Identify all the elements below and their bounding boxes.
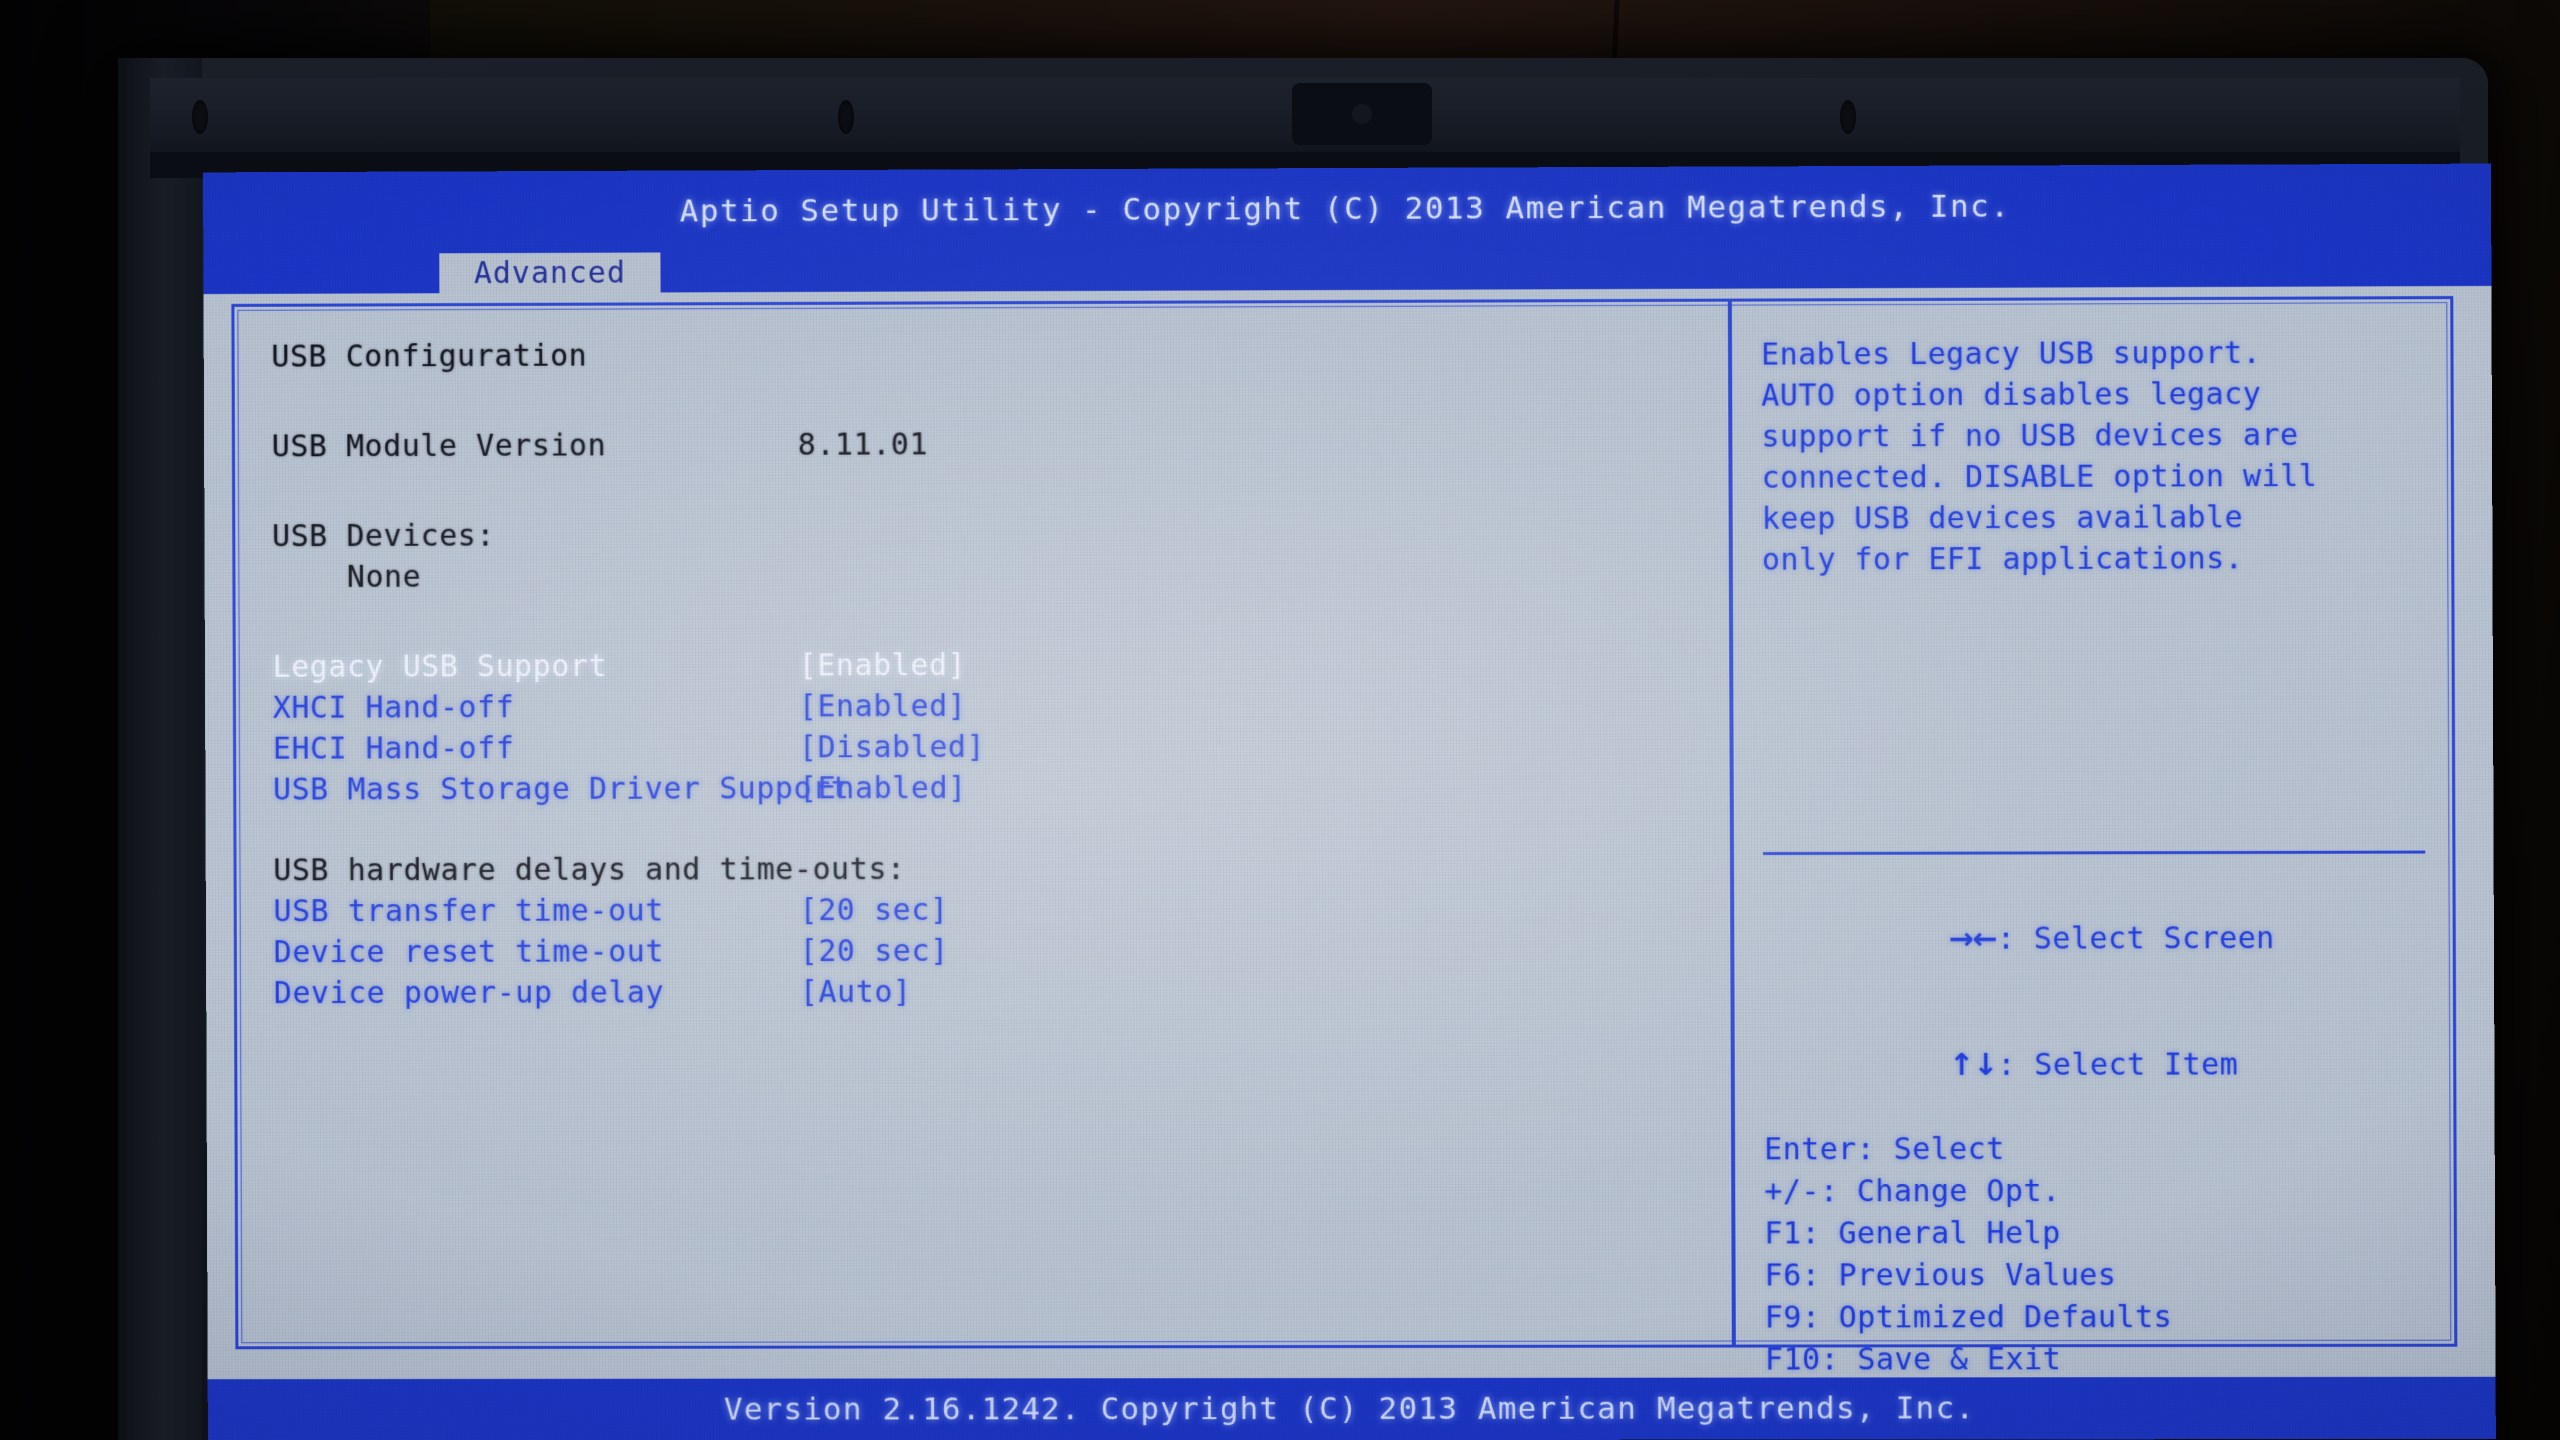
bezel-indicator-right-icon <box>1840 100 1856 134</box>
row-label: Device power-up delay <box>273 975 665 1012</box>
key-legend-item-optimized-defaults: F9: Optimized Defaults <box>1764 1299 2173 1336</box>
bios-body: USB Configuration USB Module Version 8.1… <box>203 285 2496 1420</box>
key-legend-item-general-help: F1: General Help <box>1764 1215 2061 1252</box>
bezel-indicator-left-icon <box>192 100 208 134</box>
row-label: USB Mass Storage Driver Support <box>272 771 850 808</box>
lcd-screen: Aptio Setup Utility - Copyright (C) 2013… <box>203 163 2496 1440</box>
key-legend: →←: Select Screen ↑↓: Select Item Enter:… <box>1763 876 2427 1424</box>
row-legacy-usb-support[interactable]: Legacy USB Support [Enabled] <box>273 646 1691 691</box>
row-label: XHCI Hand-off <box>272 690 515 726</box>
row-label: None <box>346 559 422 595</box>
page-title: USB Configuration <box>271 338 588 375</box>
row-value[interactable]: [Enabled] <box>799 648 967 683</box>
help-panel: Enables Legacy USB support. AUTO option … <box>1761 332 2424 581</box>
bios-title-bar: Aptio Setup Utility - Copyright (C) 2013… <box>203 163 2492 255</box>
bios-version-bar: Version 2.16.1242. Copyright (C) 2013 Am… <box>207 1376 2496 1440</box>
bezel-indicator-mid-icon <box>838 100 854 134</box>
settings-list: USB Configuration USB Module Version 8.1… <box>271 335 1691 1017</box>
laptop-photo: Aptio Setup Utility - Copyright (C) 2013… <box>0 0 2560 1440</box>
row-label: Device reset time-out <box>273 934 665 971</box>
row-value[interactable]: [Disabled] <box>799 730 985 765</box>
row-value[interactable]: [Auto] <box>800 975 912 1010</box>
row-label: Legacy USB Support <box>272 649 608 685</box>
key-legend-item-select-screen: →←: Select Screen <box>1763 876 2426 1004</box>
webcam-lens-icon <box>1352 104 1372 124</box>
key-legend-label: : Select Item <box>1997 1047 2239 1083</box>
key-legend-label: : Select Screen <box>1996 921 2275 957</box>
row-value[interactable]: [20 sec] <box>799 893 948 928</box>
row-usb-devices: USB Devices: <box>272 515 1690 560</box>
key-legend-item-select-item: ↑↓: Select Item <box>1764 1002 2427 1129</box>
row-label: USB Devices: <box>272 518 496 555</box>
row-device-power-up-delay[interactable]: Device power-up delay [Auto] <box>274 973 1692 1017</box>
key-legend-item-change-opt: +/-: Change Opt. <box>1764 1173 2061 1210</box>
tab-advanced[interactable]: Advanced <box>439 252 661 294</box>
row-usb-mass-storage-driver-support[interactable]: USB Mass Storage Driver Support [Enabled… <box>273 769 1691 813</box>
key-legend-item-previous-values: F6: Previous Values <box>1764 1257 2117 1294</box>
row-usb-hardware-delays-heading: USB hardware delays and time-outs: <box>273 850 1691 894</box>
section-title-row: USB Configuration <box>271 335 1689 381</box>
row-label: USB hardware delays and time-outs: <box>273 852 906 889</box>
row-value[interactable]: [20 sec] <box>800 934 949 969</box>
help-text: Enables Legacy USB support. AUTO option … <box>1761 335 2318 578</box>
key-legend-item-save-and-exit: F10: Save & Exit <box>1764 1342 2062 1378</box>
row-usb-module-version: USB Module Version 8.11.01 <box>272 425 1690 471</box>
key-legend-item-enter-select: Enter: Select <box>1764 1131 2005 1168</box>
row-value: 8.11.01 <box>797 427 929 463</box>
arrow-left-right-icon: →← <box>1948 921 1997 957</box>
row-label: EHCI Hand-off <box>272 731 515 767</box>
row-label: USB transfer time-out <box>273 893 664 930</box>
row-xhci-hand-off[interactable]: XHCI Hand-off [Enabled] <box>273 687 1691 732</box>
row-usb-transfer-time-out[interactable]: USB transfer time-out [20 sec] <box>273 891 1691 935</box>
row-ehci-hand-off[interactable]: EHCI Hand-off [Disabled] <box>273 728 1691 773</box>
arrow-up-down-icon: ↑↓ <box>1948 1047 1998 1083</box>
laptop-lid-left-edge <box>118 58 202 1440</box>
row-usb-devices-none: None <box>272 556 1690 601</box>
row-device-reset-time-out[interactable]: Device reset time-out [20 sec] <box>274 932 1692 976</box>
row-value[interactable]: [Enabled] <box>799 771 967 806</box>
row-value[interactable]: [Enabled] <box>799 689 967 724</box>
row-label: USB Module Version <box>271 428 607 465</box>
